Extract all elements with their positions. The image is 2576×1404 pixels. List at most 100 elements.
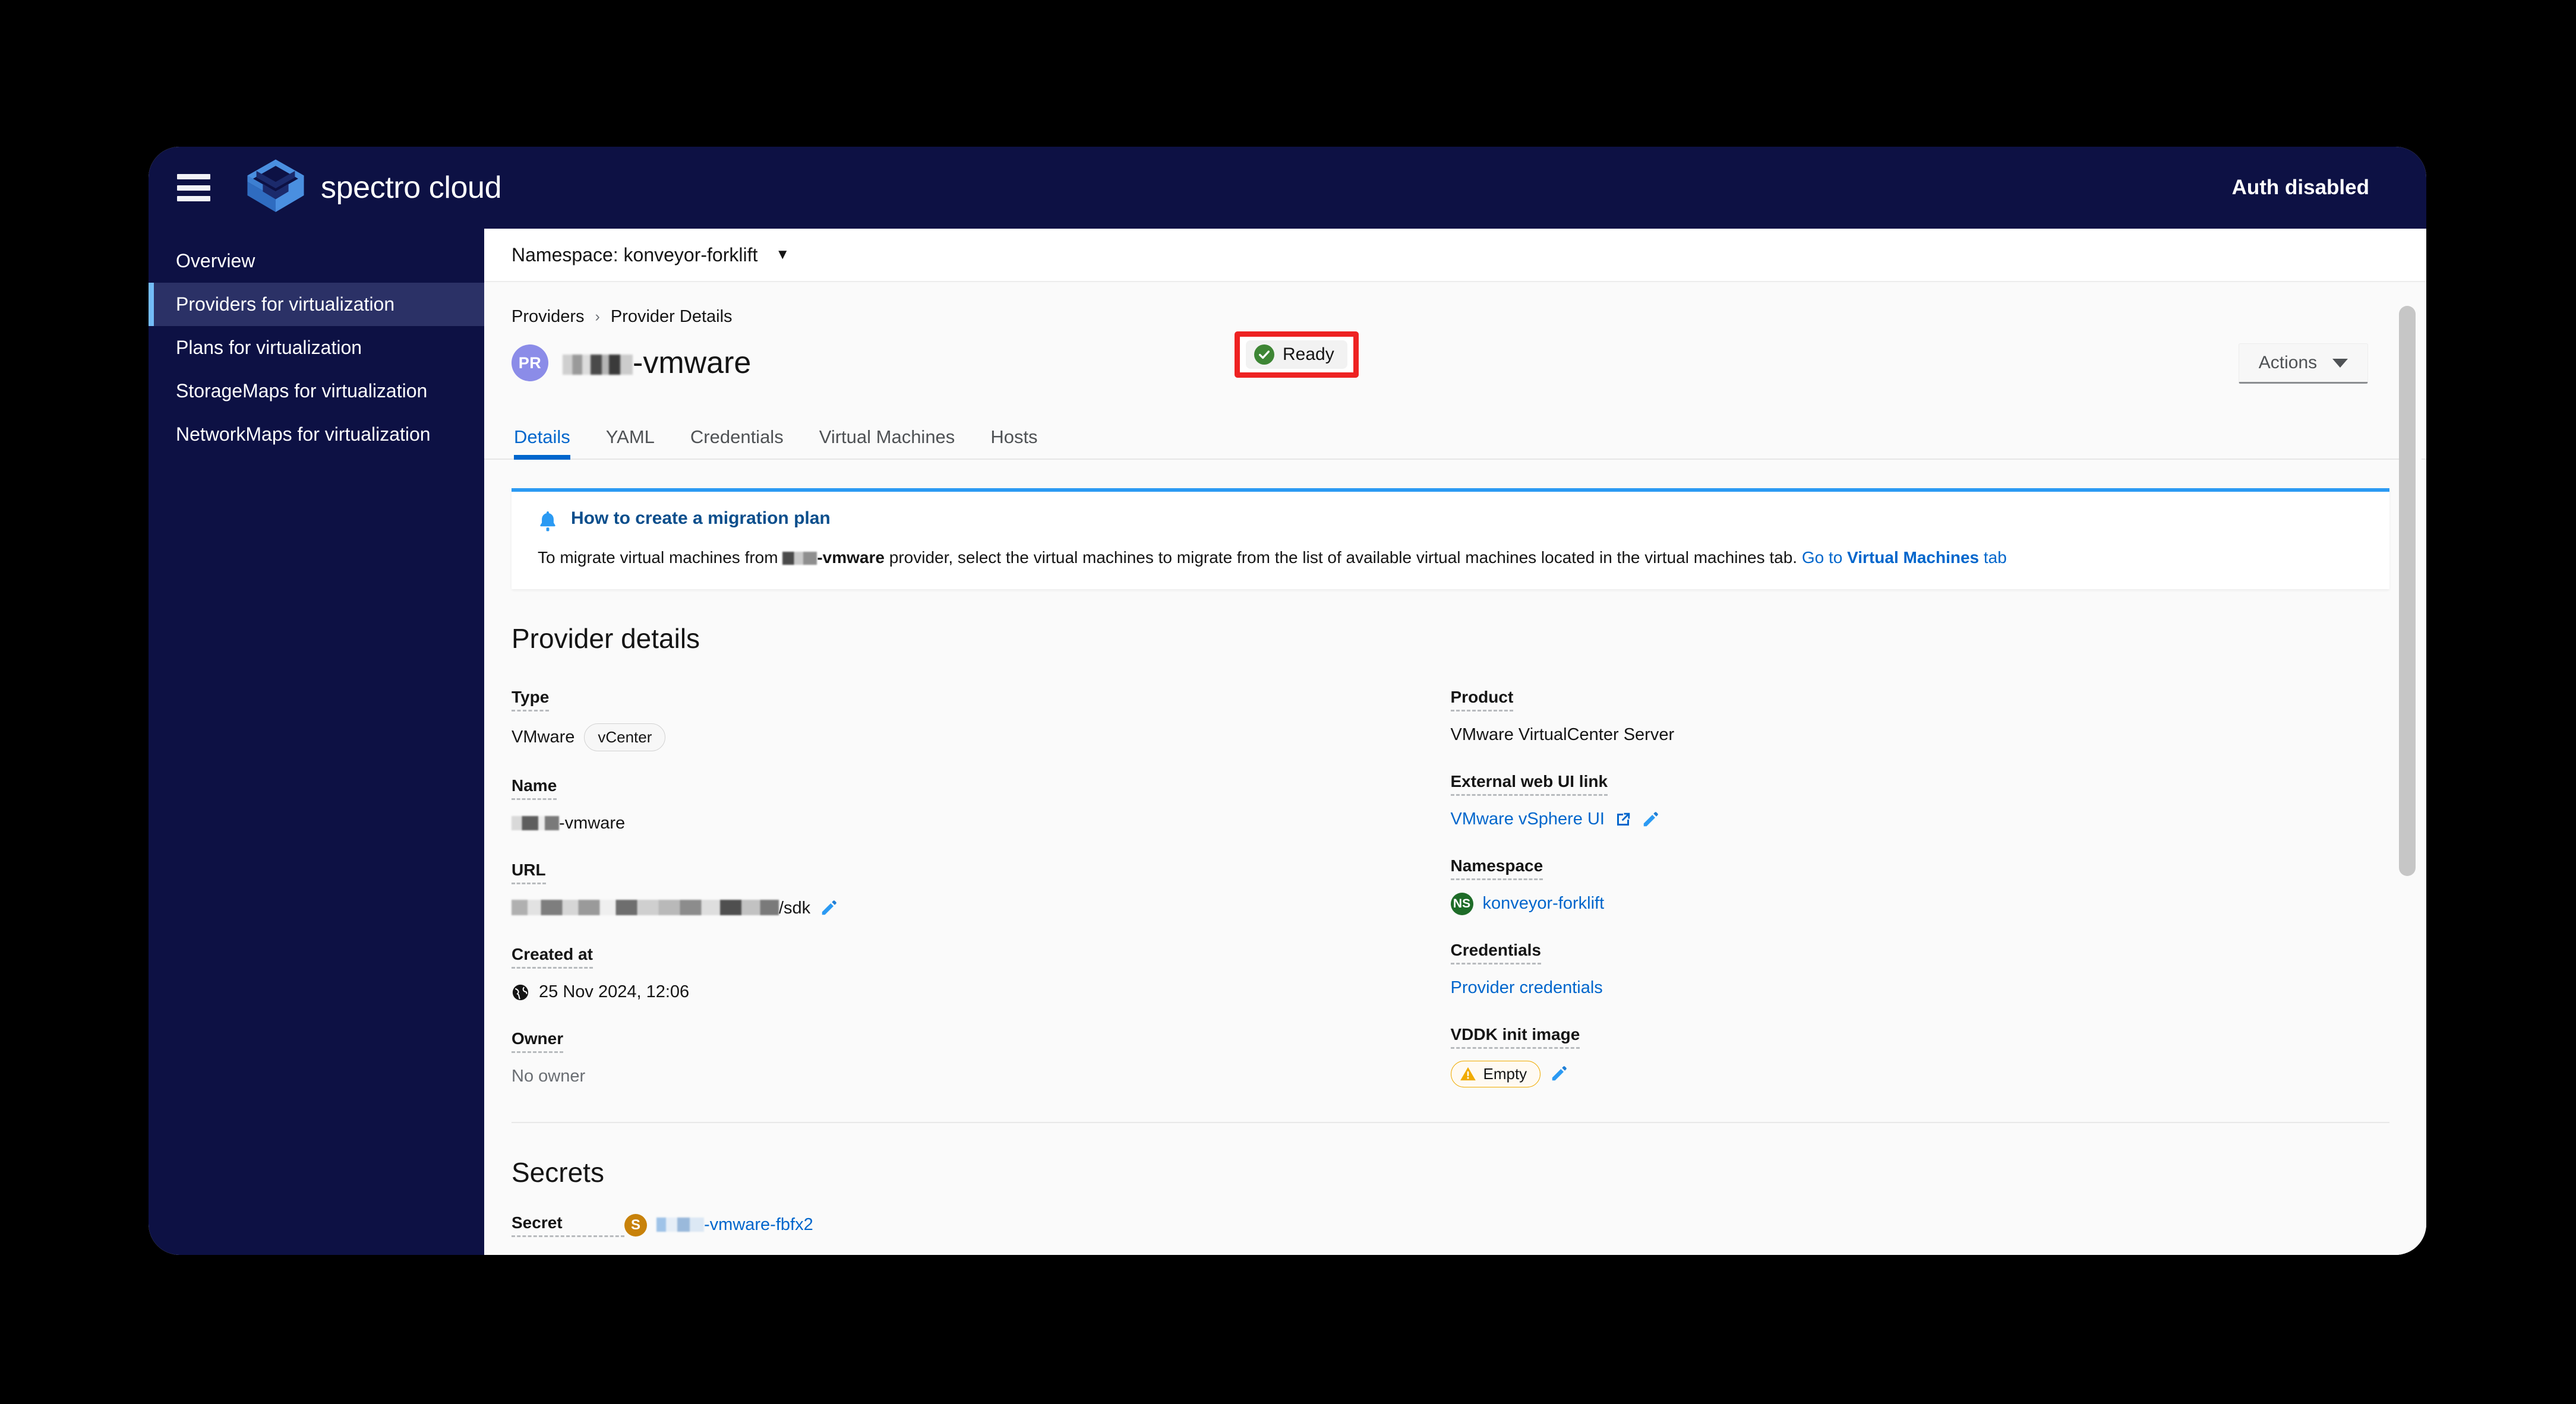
name-suffix: -vmware (559, 814, 626, 833)
vertical-scrollbar-thumb[interactable] (2399, 306, 2416, 876)
detail-value: VMware vCenter (512, 723, 1451, 751)
detail-value: 25 Nov 2024, 12:06 (512, 981, 1451, 1004)
main-content: Namespace: konveyor-forklift ▼ Providers… (484, 229, 2426, 1255)
secret-link[interactable]: -vmware-fbfx2 (656, 1215, 813, 1235)
tab-bar: Details YAML Credentials Virtual Machine… (484, 409, 2426, 460)
brand-name: spectro cloud (321, 170, 502, 205)
secrets-section: Secrets Secret S -vmware-fbfx2 (484, 1123, 2426, 1255)
link-prefix: Go to (1801, 548, 1848, 567)
spectro-cloud-logo-icon (247, 159, 304, 213)
alert-text-after: provider, select the virtual machines to… (884, 548, 1802, 567)
hamburger-menu-icon[interactable] (177, 174, 210, 201)
warning-triangle-icon (1460, 1067, 1476, 1081)
detail-term: Created at (512, 945, 593, 969)
vmware-vsphere-ui-link[interactable]: VMware vSphere UI (1451, 809, 1605, 829)
breadcrumb-separator-icon: › (595, 308, 600, 325)
status-badge: Ready (1246, 340, 1347, 369)
tab-virtual-machines[interactable]: Virtual Machines (801, 426, 973, 458)
sidebar-navigation: Overview Providers for virtualization Pl… (149, 229, 484, 1255)
redacted-secret-prefix (656, 1218, 704, 1232)
info-alert-title: How to create a migration plan (571, 508, 831, 528)
page-header: PR -vmware Ready Actions (484, 327, 2426, 384)
body-row: Overview Providers for virtualization Pl… (149, 229, 2426, 1255)
sidebar-item-storagemaps-for-virtualization[interactable]: StorageMaps for virtualization (149, 369, 484, 413)
page-title-suffix: -vmware (633, 346, 752, 380)
info-alert-header: How to create a migration plan (538, 508, 2363, 533)
detail-term: Namespace (1450, 856, 1543, 880)
provider-details-heading: Provider details (512, 622, 700, 654)
chevron-down-icon[interactable]: ▼ (775, 246, 790, 263)
sidebar-item-networkmaps-for-virtualization[interactable]: NetworkMaps for virtualization (149, 413, 484, 456)
info-alert-body: To migrate virtual machines from -vmware… (538, 546, 2363, 569)
sidebar-item-overview[interactable]: Overview (149, 239, 484, 283)
redacted-name-prefix (512, 816, 559, 831)
provider-details-right-column: Product VMware VirtualCenter Server Exte… (1450, 663, 2390, 1089)
created-at-value: 25 Nov 2024, 12:06 (539, 982, 690, 1002)
empty-status-chip: Empty (1450, 1060, 1541, 1087)
caret-down-icon (2332, 358, 2348, 368)
type-value: VMware (512, 727, 575, 747)
detail-item-created-at: Created at 25 Nov 2024, 12:06 (512, 920, 1451, 1004)
tab-hosts[interactable]: Hosts (973, 426, 1055, 458)
go-to-virtual-machines-tab-link[interactable]: Go to Virtual Machines tab (1802, 548, 2007, 567)
detail-value: -vmware (512, 812, 1451, 836)
namespace-badge-icon: NS (1450, 892, 1473, 915)
sidebar-item-label: StorageMaps for virtualization (176, 380, 428, 401)
application-window: spectro cloud Auth disabled Overview Pro… (149, 147, 2426, 1255)
sidebar-item-plans-for-virtualization[interactable]: Plans for virtualization (149, 326, 484, 369)
actions-button[interactable]: Actions (2239, 343, 2368, 384)
tab-yaml[interactable]: YAML (588, 426, 673, 458)
vcenter-chip: vCenter (584, 723, 666, 751)
empty-chip-label: Empty (1483, 1064, 1527, 1083)
secret-suffix: -vmware-fbfx2 (704, 1215, 813, 1235)
detail-value: Empty (1450, 1060, 2390, 1087)
provider-details-grid: Type VMware vCenter Name -vmware URL /sd… (484, 663, 2426, 1089)
link-suffix: tab (1979, 548, 2007, 567)
breadcrumb-providers[interactable]: Providers (512, 307, 585, 327)
detail-item-name: Name -vmware (512, 751, 1451, 836)
pencil-icon[interactable] (820, 899, 838, 917)
sidebar-item-label: Providers for virtualization (176, 293, 395, 315)
detail-value: VMware vSphere UI (1451, 808, 2390, 831)
sidebar-item-label: Plans for virtualization (176, 337, 362, 358)
breadcrumb: Providers › Provider Details (484, 282, 2426, 327)
product-value: VMware VirtualCenter Server (1450, 725, 1675, 745)
provider-details-left-column: Type VMware vCenter Name -vmware URL /sd… (512, 663, 1451, 1089)
provider-credentials-link[interactable]: Provider credentials (1451, 978, 1603, 998)
tab-label: Hosts (990, 426, 1038, 447)
masthead: spectro cloud Auth disabled (149, 147, 2426, 229)
redacted-url (512, 899, 779, 915)
detail-value: Provider credentials (1451, 976, 2390, 1000)
detail-item-url: URL /sdk (512, 836, 1451, 920)
tab-label: YAML (605, 426, 655, 447)
sidebar-item-providers-for-virtualization[interactable]: Providers for virtualization (149, 283, 484, 326)
external-link-icon[interactable] (1614, 811, 1632, 829)
actions-button-label: Actions (2258, 353, 2318, 372)
alert-provider-suffix: -vmware (817, 548, 885, 567)
breadcrumb-current: Provider Details (610, 307, 733, 326)
provider-resource-badge: PR (512, 344, 548, 381)
redacted-provider-prefix (782, 552, 817, 565)
status-highlight-box: Ready (1235, 331, 1359, 378)
secret-badge-icon: S (624, 1213, 647, 1237)
pencil-icon[interactable] (1641, 811, 1659, 829)
tab-credentials[interactable]: Credentials (673, 426, 801, 458)
secret-row: Secret S -vmware-fbfx2 (484, 1213, 2426, 1237)
detail-term: VDDK init image (1450, 1025, 1580, 1049)
detail-term: Credentials (1450, 941, 1541, 965)
pencil-icon[interactable] (1550, 1065, 1568, 1083)
vertical-scrollbar-track[interactable] (2399, 282, 2422, 1255)
url-suffix: /sdk (779, 898, 811, 918)
brand-logo[interactable]: spectro cloud (244, 156, 501, 220)
page-title: -vmware (563, 345, 751, 381)
detail-term: Type (512, 688, 550, 712)
globe-icon (512, 984, 529, 1000)
namespace-selector[interactable]: Namespace: konveyor-forklift ▼ (484, 229, 2426, 282)
detail-item-namespace: Namespace NS konveyor-forklift (1450, 831, 2390, 916)
link-bold: Virtual Machines (1847, 548, 1980, 567)
tab-details[interactable]: Details (512, 426, 588, 460)
detail-value: No owner (512, 1065, 1451, 1089)
detail-item-product: Product VMware VirtualCenter Server (1450, 663, 2390, 747)
tab-label: Details (514, 426, 570, 447)
namespace-link[interactable]: konveyor-forklift (1483, 894, 1605, 913)
